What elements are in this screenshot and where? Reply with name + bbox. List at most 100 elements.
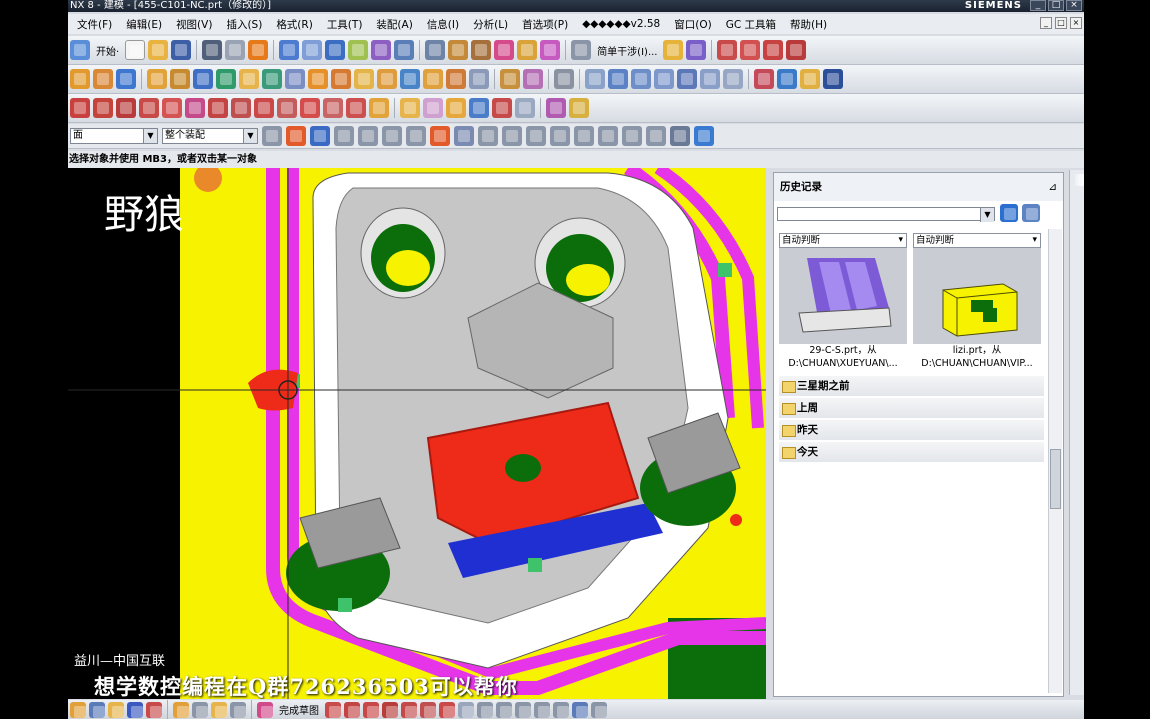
draft-icon[interactable] bbox=[285, 69, 305, 89]
orient-sketch-icon[interactable] bbox=[108, 701, 124, 718]
sketch-trim-icon[interactable] bbox=[496, 701, 512, 718]
mdi-restore-button[interactable]: □ bbox=[1055, 17, 1067, 29]
sketch-arc-icon[interactable] bbox=[344, 701, 360, 718]
sketch-derived-icon[interactable] bbox=[591, 701, 607, 718]
history-group-last-week[interactable]: 上周 bbox=[779, 398, 1044, 418]
select-faces-icon[interactable] bbox=[382, 126, 402, 146]
graphics-window[interactable]: 野狼 益川—中国互联 想学数控编程在Q群726236503可以帮你 bbox=[68, 168, 766, 699]
history-group-yesterday[interactable]: 昨天 bbox=[779, 420, 1044, 440]
undo-select-icon[interactable] bbox=[310, 126, 330, 146]
repeat-command-icon[interactable] bbox=[248, 40, 269, 60]
fillet-curve-icon[interactable] bbox=[763, 40, 784, 60]
select-bodies-icon[interactable] bbox=[358, 126, 378, 146]
menu-file[interactable]: 文件(F) bbox=[70, 17, 119, 32]
move-handle-icon[interactable] bbox=[454, 126, 474, 146]
menu-help[interactable]: 帮助(H) bbox=[783, 17, 834, 32]
move-layer-icon[interactable] bbox=[448, 40, 469, 60]
pattern-icon[interactable] bbox=[700, 69, 720, 89]
delete-face-icon[interactable] bbox=[554, 69, 574, 89]
trim-body-icon[interactable] bbox=[377, 69, 397, 89]
back-arrow-icon[interactable] bbox=[1000, 204, 1018, 222]
sew-icon[interactable] bbox=[585, 69, 605, 89]
text-curve-icon[interactable] bbox=[231, 98, 251, 118]
maximize-button[interactable]: □ bbox=[1048, 0, 1064, 11]
history-group-today[interactable]: 今天 bbox=[779, 442, 1044, 462]
edge-blend-icon[interactable] bbox=[308, 69, 328, 89]
point-on-curve-snap-icon[interactable] bbox=[646, 126, 666, 146]
intersection-curve-icon[interactable] bbox=[300, 98, 320, 118]
pin-icon[interactable]: ⊿ bbox=[1048, 173, 1057, 201]
chamfer-icon[interactable] bbox=[331, 69, 351, 89]
block-icon[interactable] bbox=[116, 69, 136, 89]
sketch-pattern-icon[interactable] bbox=[553, 701, 569, 718]
sketch-corner-icon[interactable] bbox=[534, 701, 550, 718]
sketch-point-icon[interactable] bbox=[173, 701, 189, 718]
menu-format[interactable]: 格式(R) bbox=[269, 17, 320, 32]
bounded-plane-icon[interactable] bbox=[492, 98, 512, 118]
sketch-fillet-icon[interactable] bbox=[382, 701, 398, 718]
history-search-select[interactable] bbox=[777, 207, 995, 222]
extract-curve-icon[interactable] bbox=[369, 98, 389, 118]
sketch-offset-icon[interactable] bbox=[458, 701, 474, 718]
rectangle-select-icon[interactable] bbox=[406, 126, 426, 146]
offset-curve-alt-icon[interactable] bbox=[254, 98, 274, 118]
project-curve-icon[interactable] bbox=[277, 98, 297, 118]
sketch-project-icon[interactable] bbox=[572, 701, 588, 718]
offset-face-icon[interactable] bbox=[500, 69, 520, 89]
sketch-constraint-icon[interactable] bbox=[211, 701, 227, 718]
select-all-icon[interactable] bbox=[286, 126, 306, 146]
profile-icon[interactable] bbox=[146, 701, 162, 718]
n-sided-surface-icon[interactable] bbox=[469, 98, 489, 118]
polygon-icon[interactable] bbox=[139, 98, 159, 118]
replace-face-icon[interactable] bbox=[523, 69, 543, 89]
face-analysis-icon[interactable] bbox=[569, 98, 589, 118]
part-thumbnail[interactable] bbox=[913, 248, 1041, 344]
redo-icon[interactable] bbox=[225, 40, 246, 60]
open-file-icon[interactable] bbox=[148, 40, 169, 60]
spline-icon[interactable] bbox=[162, 98, 182, 118]
mdi-close-button[interactable]: × bbox=[1070, 17, 1082, 29]
sketch-dimension-icon[interactable] bbox=[230, 701, 246, 718]
menu-info[interactable]: 信息(I) bbox=[420, 17, 466, 32]
history-group-three-weeks[interactable]: 三星期之前 bbox=[779, 376, 1044, 396]
mirror-body-icon[interactable] bbox=[677, 69, 697, 89]
interference-icon[interactable] bbox=[571, 40, 592, 60]
info-icon[interactable] bbox=[777, 69, 797, 89]
csys-icon[interactable] bbox=[517, 40, 538, 60]
menu-plugin[interactable]: ◆◆◆◆◆◆v2.58 bbox=[575, 18, 667, 30]
selection-scope-select[interactable]: 整个装配 bbox=[162, 128, 258, 144]
thicken-icon[interactable] bbox=[608, 69, 628, 89]
scale-body-icon[interactable] bbox=[723, 69, 743, 89]
section-curve-icon[interactable] bbox=[323, 98, 343, 118]
menu-assembly[interactable]: 装配(A) bbox=[369, 17, 419, 32]
offset-curve-icon[interactable] bbox=[786, 40, 807, 60]
fit-view-icon[interactable] bbox=[279, 40, 300, 60]
menu-gc-toolkit[interactable]: GC 工具箱 bbox=[719, 17, 783, 32]
sheet-icon[interactable] bbox=[800, 69, 820, 89]
measure-distance-icon[interactable] bbox=[663, 40, 684, 60]
menu-view[interactable]: 视图(V) bbox=[169, 17, 219, 32]
start-icon[interactable] bbox=[70, 40, 90, 60]
layer-settings-icon[interactable] bbox=[425, 40, 446, 60]
line-icon[interactable] bbox=[70, 98, 90, 118]
menu-edit[interactable]: 编辑(E) bbox=[119, 17, 169, 32]
menu-preferences[interactable]: 首选项(P) bbox=[515, 17, 575, 32]
scrollbar-thumb[interactable] bbox=[1050, 449, 1061, 509]
wcs-icon[interactable] bbox=[494, 40, 515, 60]
slot-icon[interactable] bbox=[239, 69, 259, 89]
menu-window[interactable]: 窗口(O) bbox=[667, 17, 718, 32]
start-button[interactable]: 开始· bbox=[93, 43, 122, 58]
snap-point-icon[interactable] bbox=[430, 126, 450, 146]
mid-point-snap-icon[interactable] bbox=[502, 126, 522, 146]
part-thumbnail[interactable] bbox=[779, 248, 907, 344]
copy-layer-icon[interactable] bbox=[471, 40, 492, 60]
sketch-extend-icon[interactable] bbox=[515, 701, 531, 718]
finish-sketch-button[interactable]: 完成草图 bbox=[276, 702, 322, 717]
existing-point-snap-icon[interactable] bbox=[622, 126, 642, 146]
ruled-surface-icon[interactable] bbox=[400, 98, 420, 118]
history-scrollbar[interactable] bbox=[1048, 229, 1062, 693]
shell-icon[interactable] bbox=[354, 69, 374, 89]
mdi-minimize-button[interactable]: _ bbox=[1040, 17, 1052, 29]
ellipse-icon[interactable] bbox=[185, 98, 205, 118]
revolve-icon[interactable] bbox=[93, 69, 113, 89]
